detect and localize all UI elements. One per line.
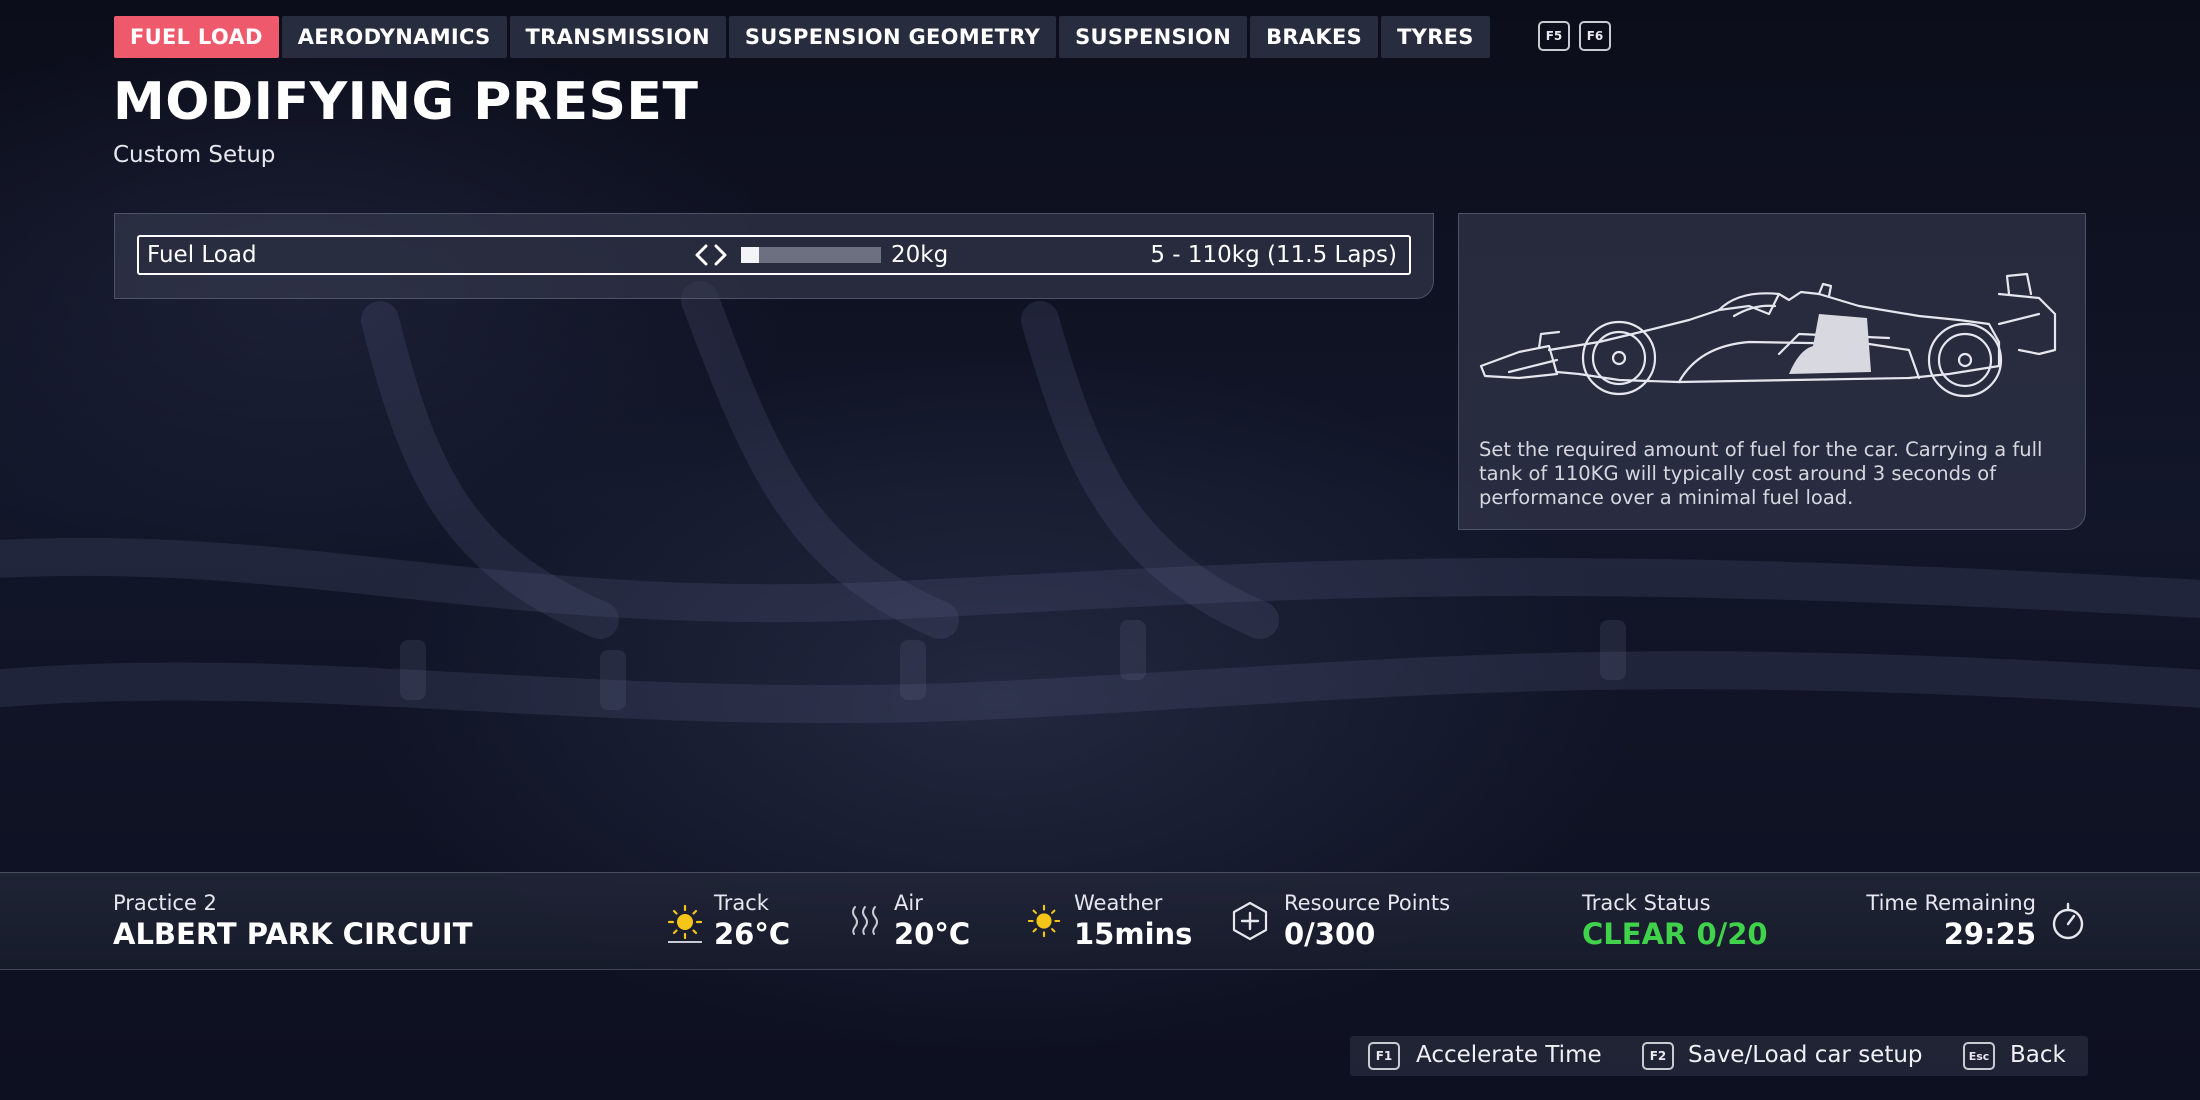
f6-key-icon[interactable]: F6 bbox=[1579, 21, 1611, 51]
weather-value: 15mins bbox=[1074, 917, 1193, 951]
info-description: Set the required amount of fuel for the … bbox=[1479, 438, 2043, 509]
tab-suspension-geometry[interactable]: SUSPENSION GEOMETRY bbox=[728, 16, 1057, 58]
tab-aerodynamics[interactable]: AERODYNAMICS bbox=[281, 16, 507, 58]
air-temp-value: 20°C bbox=[894, 917, 971, 951]
esc-key-icon[interactable]: Esc bbox=[1963, 1042, 1995, 1070]
setup-tabs: FUEL LOAD AERODYNAMICS TRANSMISSION SUSP… bbox=[114, 16, 1490, 58]
weather-sun-icon bbox=[1027, 904, 1061, 938]
session-status-bar: Practice 2 ALBERT PARK CIRCUIT Track 26°… bbox=[0, 872, 2200, 970]
tab-brakes[interactable]: BRAKES bbox=[1250, 16, 1379, 58]
tab-tyres[interactable]: TYRES bbox=[1381, 16, 1490, 58]
sun-icon bbox=[667, 904, 703, 943]
time-remaining-value: 29:25 bbox=[1943, 917, 2036, 951]
page-subtitle: Custom Setup bbox=[113, 142, 276, 168]
air-heat-icon bbox=[852, 906, 878, 935]
track-status-label: Track Status bbox=[1582, 891, 1711, 915]
tab-transmission[interactable]: TRANSMISSION bbox=[509, 16, 726, 58]
track-status-value: CLEAR 0/20 bbox=[1582, 917, 1768, 951]
fuel-load-slider-fill bbox=[741, 247, 760, 263]
tab-suspension[interactable]: SUSPENSION bbox=[1059, 16, 1248, 58]
time-remaining-label: Time Remaining bbox=[1866, 891, 2036, 915]
fuel-load-value: 20kg bbox=[891, 242, 949, 268]
tab-fuel-load[interactable]: FUEL LOAD bbox=[114, 16, 279, 58]
track-temp-label: Track bbox=[714, 891, 769, 915]
fuel-load-slider[interactable] bbox=[741, 247, 881, 263]
setup-panel: Fuel Load 20kg 5 - 110kg (11.5 Laps) bbox=[114, 213, 1434, 299]
f5-key-icon[interactable]: F5 bbox=[1538, 21, 1570, 51]
accelerate-time-button[interactable]: Accelerate Time bbox=[1416, 1042, 1602, 1068]
resource-points-icon bbox=[1232, 901, 1268, 941]
tab-key-hints: F5 F6 bbox=[1538, 21, 1611, 51]
stopwatch-icon bbox=[2052, 902, 2084, 940]
air-temp-label: Air bbox=[894, 891, 923, 915]
resource-points-value: 0/300 bbox=[1284, 917, 1376, 951]
f1-car-side-outline-icon bbox=[1479, 272, 2057, 398]
fuel-load-range: 5 - 110kg (11.5 Laps) bbox=[1150, 242, 1397, 268]
fuel-load-label: Fuel Load bbox=[147, 242, 257, 268]
info-panel: Set the required amount of fuel for the … bbox=[1458, 213, 2086, 530]
weather-label: Weather bbox=[1074, 891, 1163, 915]
circuit-name: ALBERT PARK CIRCUIT bbox=[113, 917, 473, 951]
fuel-load-row[interactable]: Fuel Load 20kg 5 - 110kg (11.5 Laps) bbox=[137, 235, 1411, 275]
resource-points-label: Resource Points bbox=[1284, 891, 1451, 915]
back-button[interactable]: Back bbox=[2010, 1042, 2066, 1068]
left-right-arrows-icon[interactable] bbox=[691, 242, 731, 268]
session-name: Practice 2 bbox=[113, 891, 217, 915]
f1-key-icon[interactable]: F1 bbox=[1368, 1042, 1400, 1070]
f2-key-icon[interactable]: F2 bbox=[1642, 1042, 1674, 1070]
page-title: MODIFYING PRESET bbox=[113, 72, 699, 132]
track-temp-value: 26°C bbox=[714, 917, 791, 951]
save-load-setup-button[interactable]: Save/Load car setup bbox=[1688, 1042, 1923, 1068]
